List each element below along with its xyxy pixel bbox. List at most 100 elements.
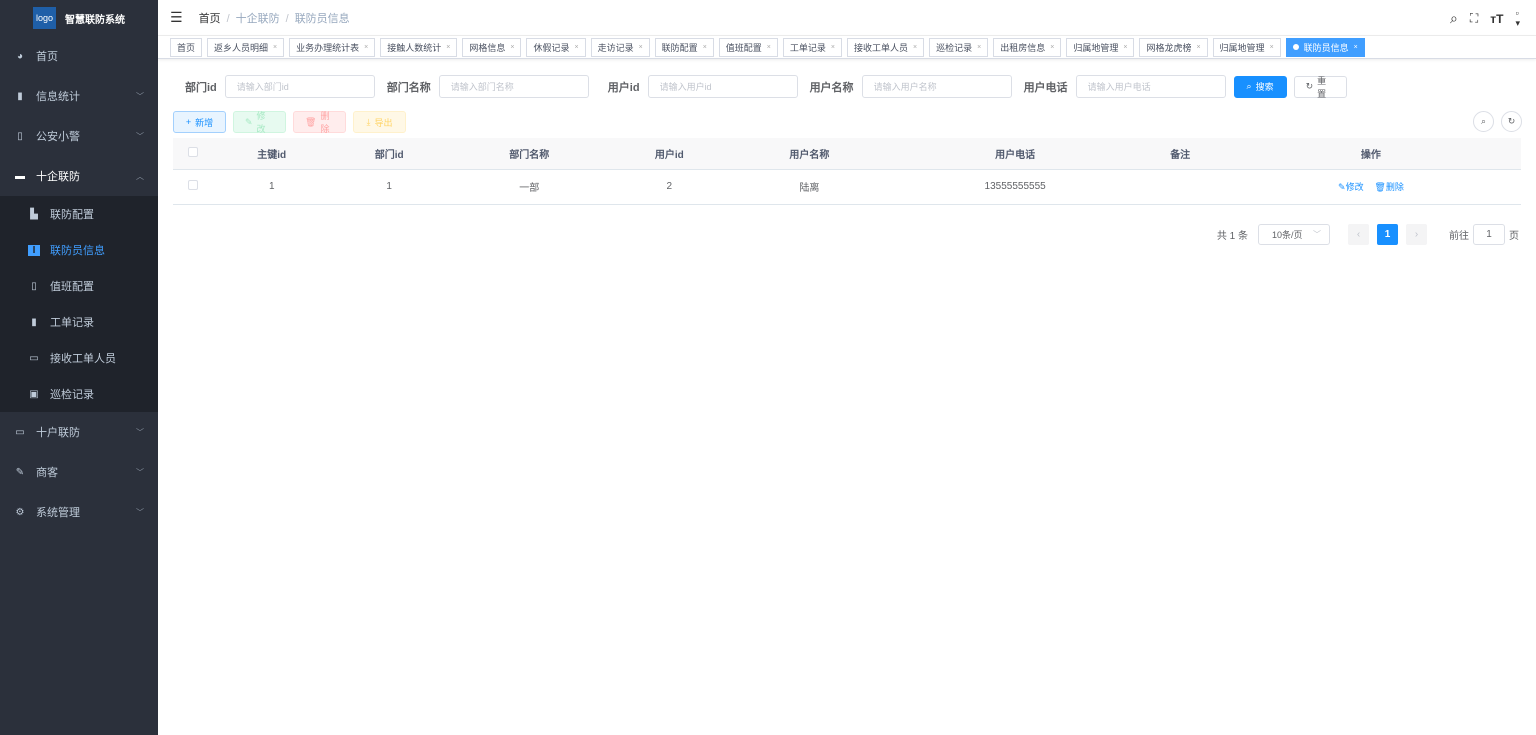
sidebar-item-inspection[interactable]: ▣ 巡检记录 — [0, 376, 158, 412]
page-size-select[interactable]: 10条/页 ﹀ — [1258, 224, 1330, 245]
user-phone-input[interactable] — [1075, 75, 1226, 98]
dept-name-input[interactable] — [438, 75, 589, 98]
tag-7[interactable]: 联防配置 × — [654, 37, 714, 57]
dept-id-input[interactable] — [224, 75, 375, 98]
tag-12[interactable]: 出租房信息 × — [993, 37, 1062, 57]
tag-3[interactable]: 接触人数统计 × — [380, 37, 458, 57]
copy-icon: ▙ — [30, 208, 38, 220]
close-icon[interactable]: × — [1354, 44, 1358, 51]
sidebar-item-workorder[interactable]: ▮ 工单记录 — [0, 304, 158, 340]
edit-icon: ✎ — [245, 116, 253, 127]
navbar: ☰ 首页 / 十企联防 / 联防员信息 ⌕ ⛶ тT ▫ ▾ — [158, 0, 1536, 36]
row-edit-link[interactable]: ✎修改 — [1338, 182, 1364, 192]
close-icon[interactable]: × — [639, 44, 643, 51]
close-icon[interactable]: × — [273, 44, 277, 51]
close-icon[interactable]: × — [913, 44, 917, 51]
sidebar-item-stats[interactable]: ▮ 信息统计 ﹀ — [0, 76, 158, 116]
tag-16[interactable]: 联防员信息 × — [1285, 37, 1365, 57]
sidebar-item-receivers[interactable]: ▭ 接收工单人员 — [0, 340, 158, 376]
tag-2[interactable]: 业务办理统计表 × — [289, 37, 376, 57]
tag-11[interactable]: 巡检记录 × — [929, 37, 989, 57]
sidebar-item-merchant[interactable]: ✎ 商客 ﹀ — [0, 452, 158, 492]
tag-label: 接收工单人员 — [854, 42, 909, 53]
label: 系统管理 — [36, 507, 80, 519]
close-icon[interactable]: × — [767, 44, 771, 51]
close-icon[interactable]: × — [1270, 44, 1274, 51]
delete-button[interactable]: 🗑 删除 — [293, 111, 346, 134]
tag-8[interactable]: 值班配置 × — [718, 37, 778, 57]
navbar-right: ⌕ ⛶ тT ▫ ▾ — [1450, 8, 1520, 29]
sidebar-item-system[interactable]: ⚙ 系统管理 ﹀ — [0, 492, 158, 532]
tag-4[interactable]: 网格信息 × — [462, 37, 522, 57]
sidebar-item-household[interactable]: ▭ 十户联防 ﹀ — [0, 412, 158, 452]
breadcrumb-item[interactable]: 首页 — [199, 13, 221, 25]
export-button[interactable]: ⤓ 导出 — [353, 111, 406, 133]
close-icon[interactable]: × — [703, 44, 707, 51]
search-icon[interactable]: ⌕ — [1450, 10, 1458, 27]
tag-15[interactable]: 归属地管理 × — [1212, 37, 1281, 57]
tag-5[interactable]: 休假记录 × — [526, 37, 586, 57]
avatar[interactable]: ▫ ▾ — [1515, 8, 1520, 29]
close-icon[interactable]: × — [1123, 44, 1127, 51]
toggle-search-button[interactable]: ⌕ — [1473, 111, 1494, 132]
reset-button[interactable]: ↻ 重置 — [1293, 75, 1347, 99]
close-icon[interactable]: × — [364, 44, 368, 51]
next-page-button[interactable]: › — [1406, 224, 1427, 245]
search-button[interactable]: ⌕ 搜索 — [1233, 75, 1287, 98]
refresh-button[interactable]: ↻ — [1501, 111, 1522, 132]
close-icon[interactable]: × — [831, 44, 835, 51]
sidebar-item-enterprise[interactable]: ▬ 十企联防 ︿ — [0, 156, 158, 196]
tag-14[interactable]: 网格龙虎榜 × — [1139, 37, 1208, 57]
logo-image: logo — [33, 7, 56, 29]
cell-dept-name: 一部 — [447, 169, 611, 205]
label: 搜索 — [1255, 82, 1274, 92]
user-id-input[interactable] — [647, 75, 798, 98]
dept-name-label: 部门名称 — [386, 81, 431, 94]
info-icon: I — [28, 244, 40, 256]
tag-13[interactable]: 归属地管理 × — [1066, 37, 1135, 57]
goto-page-input[interactable] — [1473, 224, 1505, 245]
label: 公安小警 — [36, 131, 80, 143]
image-icon: ▣ — [29, 388, 39, 400]
tag-6[interactable]: 走访记录 × — [590, 37, 650, 57]
refresh-icon: ↻ — [1507, 116, 1516, 126]
toolbar: + 新增 ✎ 修改 🗑 删除 ⤓ 导出 — [173, 111, 406, 134]
sidebar-item-duty[interactable]: ▯ 值班配置 — [0, 268, 158, 304]
row-checkbox[interactable] — [188, 180, 198, 190]
close-icon[interactable]: × — [446, 44, 450, 51]
cell-user-id: 2 — [610, 169, 729, 205]
font-size-icon[interactable]: тT — [1490, 12, 1503, 26]
user-name-input[interactable] — [861, 75, 1012, 98]
close-icon[interactable]: × — [574, 44, 578, 51]
fullscreen-icon[interactable]: ⛶ — [1470, 11, 1478, 26]
sidebar-item-member-info[interactable]: I 联防员信息 — [0, 232, 158, 268]
row-delete-link[interactable]: 🗑删除 — [1374, 182, 1403, 192]
sidebar-item-home[interactable]: ◕ 首页 — [0, 36, 158, 76]
tag-label: 休假记录 — [533, 42, 570, 53]
add-button[interactable]: + 新增 — [173, 111, 226, 133]
tag-label: 工单记录 — [789, 42, 826, 53]
close-icon[interactable]: × — [977, 44, 981, 51]
tag-10[interactable]: 接收工单人员 × — [847, 37, 925, 57]
label: 联防员信息 — [50, 245, 105, 257]
sidebar-item-police[interactable]: ▯ 公安小警 ﹀ — [0, 116, 158, 156]
prev-page-button[interactable]: ‹ — [1348, 224, 1369, 245]
sidebar-item-config[interactable]: ▙ 联防配置 — [0, 196, 158, 232]
breadcrumb: 首页 / 十企联防 / 联防员信息 — [198, 12, 350, 25]
hamburger-icon[interactable]: ☰ — [170, 9, 183, 26]
tag-1[interactable]: 返乡人员明细 × — [207, 37, 285, 57]
close-icon[interactable]: × — [510, 44, 514, 51]
tag-9[interactable]: 工单记录 × — [782, 37, 842, 57]
select-all-checkbox[interactable] — [188, 146, 198, 157]
total-count: 共 1 条 — [1216, 231, 1248, 242]
label: 接收工单人员 — [50, 353, 116, 365]
trash-icon: 🗑 — [305, 116, 317, 127]
edit-button[interactable]: ✎ 修改 — [233, 111, 286, 134]
column-header: 部门名称 — [447, 138, 611, 170]
close-icon[interactable]: × — [1050, 44, 1054, 51]
user-name-label: 用户名称 — [809, 81, 854, 94]
page-number[interactable]: 1 — [1377, 224, 1398, 245]
close-icon[interactable]: × — [1196, 44, 1200, 51]
column-header: 操作 — [1220, 138, 1521, 170]
tag-0[interactable]: 首页 — [170, 37, 203, 57]
